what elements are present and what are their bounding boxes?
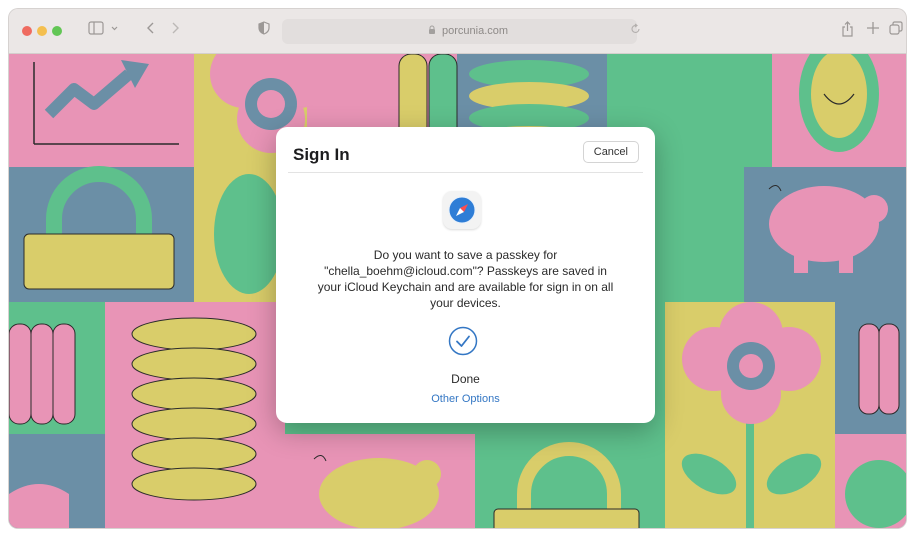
zoom-button[interactable] <box>52 26 62 36</box>
message-line: your iCloud Keychain and are available f… <box>317 280 614 294</box>
safari-compass-icon <box>443 191 481 229</box>
other-options-link[interactable]: Other Options <box>276 392 655 407</box>
browser-toolbar: porcunia.com <box>9 9 906 54</box>
plus-icon[interactable] <box>867 21 879 41</box>
dialog-divider <box>288 172 643 173</box>
chevron-down-icon[interactable] <box>110 21 119 41</box>
close-button[interactable] <box>22 26 32 36</box>
reload-icon[interactable] <box>631 23 641 39</box>
dialog-title: Sign In <box>293 145 350 164</box>
tabs-icon[interactable] <box>889 21 903 41</box>
message-line: your devices. <box>430 296 501 310</box>
chevron-right-icon[interactable] <box>170 21 180 41</box>
shield-icon[interactable] <box>258 21 270 41</box>
done-label: Done <box>451 372 480 386</box>
chevron-left-icon[interactable] <box>146 21 156 41</box>
share-icon[interactable] <box>841 21 854 43</box>
address-bar[interactable]: porcunia.com <box>282 19 640 44</box>
message-line: "chella_boehm@icloud.com"? Passkeys are … <box>324 264 607 278</box>
message-line: Do you want to save a passkey for <box>373 248 558 262</box>
sidebar-icon[interactable] <box>88 21 104 41</box>
dialog-message: Do you want to save a passkey for "chell… <box>306 247 625 311</box>
checkmark-circle-icon <box>448 326 478 356</box>
address-url: porcunia.com <box>442 25 509 37</box>
minimize-button[interactable] <box>37 26 47 36</box>
lock-icon <box>428 25 436 39</box>
sign-in-dialog: Sign In Cancel Do you want to save a pas… <box>276 127 655 423</box>
cancel-button[interactable]: Cancel <box>582 141 639 163</box>
